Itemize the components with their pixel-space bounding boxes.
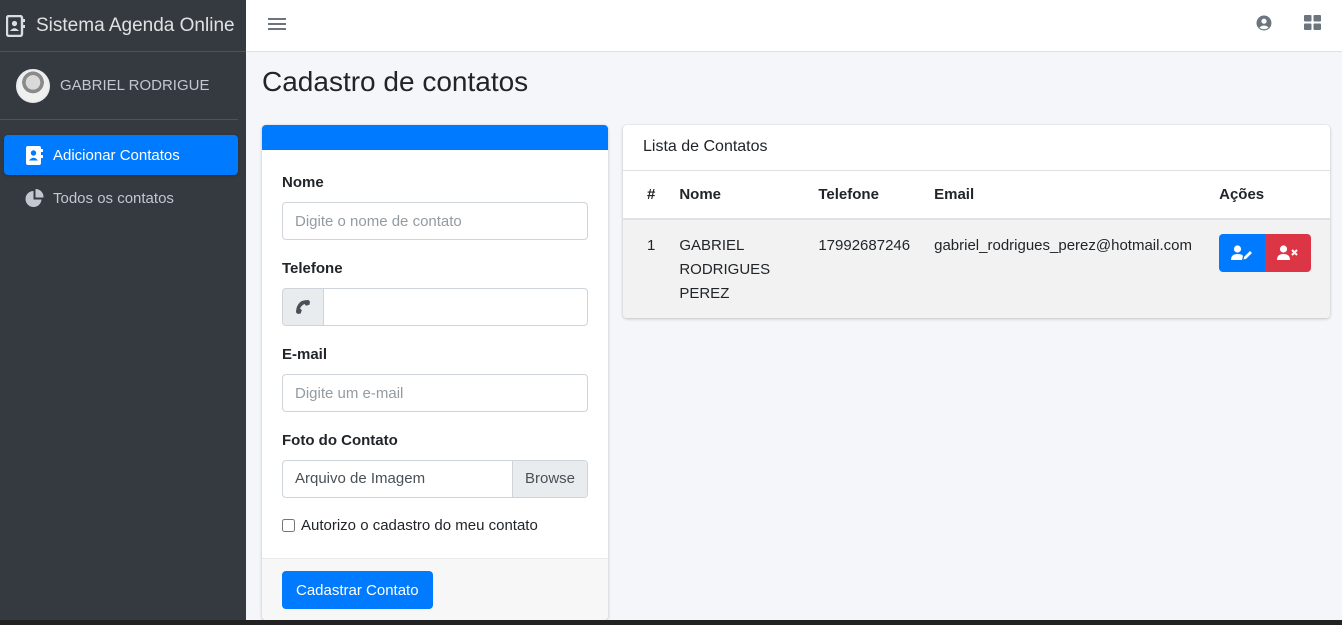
consent-label: Autorizo o cadastro do meu contato [301, 517, 538, 534]
row-name: GABRIEL RODRIGUES PEREZ [667, 219, 807, 318]
row-actions [1219, 234, 1318, 272]
user-times-icon [1277, 245, 1298, 260]
sidebar: Sistema Agenda Online GABRIEL RODRIGUE A… [0, 0, 246, 625]
sidebar-item-todos-os-contatos[interactable]: Todos os contatos [4, 178, 238, 218]
column-header: Nome [667, 171, 807, 220]
delete-contact-button[interactable] [1265, 234, 1312, 272]
browse-button[interactable]: Browse [512, 461, 587, 497]
grid-icon[interactable] [1304, 15, 1322, 33]
photo-label: Foto do Contato [282, 432, 398, 449]
name-input[interactable] [282, 202, 588, 240]
contact-list-title: Lista de Contatos [623, 125, 1330, 171]
page-title: Cadastro de contatos [262, 66, 529, 97]
user-edit-icon [1231, 245, 1253, 260]
sidebar-item-adicionar-contatos[interactable]: Adicionar Contatos [4, 135, 238, 175]
phone-icon [282, 288, 324, 326]
file-input-label: Arquivo de Imagem [295, 470, 426, 487]
column-header: Telefone [806, 171, 923, 220]
pie-chart-icon [24, 188, 44, 208]
column-header: # [623, 171, 668, 220]
column-header: Ações [1207, 171, 1330, 220]
form-card-footer: Cadastrar Contato [262, 558, 608, 620]
consent-checkbox-row[interactable]: Autorizo o cadastro do meu contato [282, 517, 588, 534]
brand[interactable]: Sistema Agenda Online [0, 0, 246, 52]
row-email: gabriel_rodrigues_perez@hotmail.com [922, 219, 1208, 318]
edit-contact-button[interactable] [1219, 234, 1266, 272]
address-book-icon [6, 14, 26, 37]
form-card-header [262, 125, 608, 150]
email-label: E-mail [282, 346, 328, 363]
user-name: GABRIEL RODRIGUE [60, 77, 210, 94]
brand-title: Sistema Agenda Online [36, 14, 235, 36]
phone-input-group [282, 288, 588, 326]
sidebar-item-label: Todos os contatos [53, 189, 174, 207]
column-header: Email [922, 171, 1208, 220]
contact-form-card: Nome Telefone E-mail Foto do Contato Arq… [262, 125, 608, 620]
avatar [16, 68, 50, 103]
contact-table: # Nome Telefone Email Ações 1 GABRIEL RO… [623, 171, 1330, 318]
table-header-row: # Nome Telefone Email Ações [623, 171, 1330, 220]
top-navbar [246, 0, 1342, 52]
window-bottom-edge [0, 620, 1342, 625]
sidebar-item-label: Adicionar Contatos [53, 146, 180, 164]
menu-toggle-icon[interactable] [268, 15, 286, 33]
phone-label: Telefone [282, 260, 343, 277]
row-index: 1 [623, 219, 668, 318]
submit-contact-button[interactable]: Cadastrar Contato [282, 571, 433, 609]
phone-input[interactable] [324, 288, 588, 326]
name-label: Nome [282, 174, 324, 191]
sidebar-nav: Adicionar Contatos Todos os contatos [0, 120, 246, 218]
user-circle-icon[interactable] [1256, 15, 1274, 33]
address-card-icon [24, 145, 44, 165]
photo-file-input[interactable]: Arquivo de Imagem Browse [282, 460, 588, 498]
user-panel[interactable]: GABRIEL RODRIGUE [0, 52, 238, 120]
consent-checkbox[interactable] [282, 519, 295, 532]
email-input[interactable] [282, 374, 588, 412]
table-row: 1 GABRIEL RODRIGUES PEREZ 17992687246 ga… [623, 219, 1330, 318]
row-phone: 17992687246 [806, 219, 923, 318]
contact-list-card: Lista de Contatos # Nome Telefone Email … [623, 125, 1330, 318]
